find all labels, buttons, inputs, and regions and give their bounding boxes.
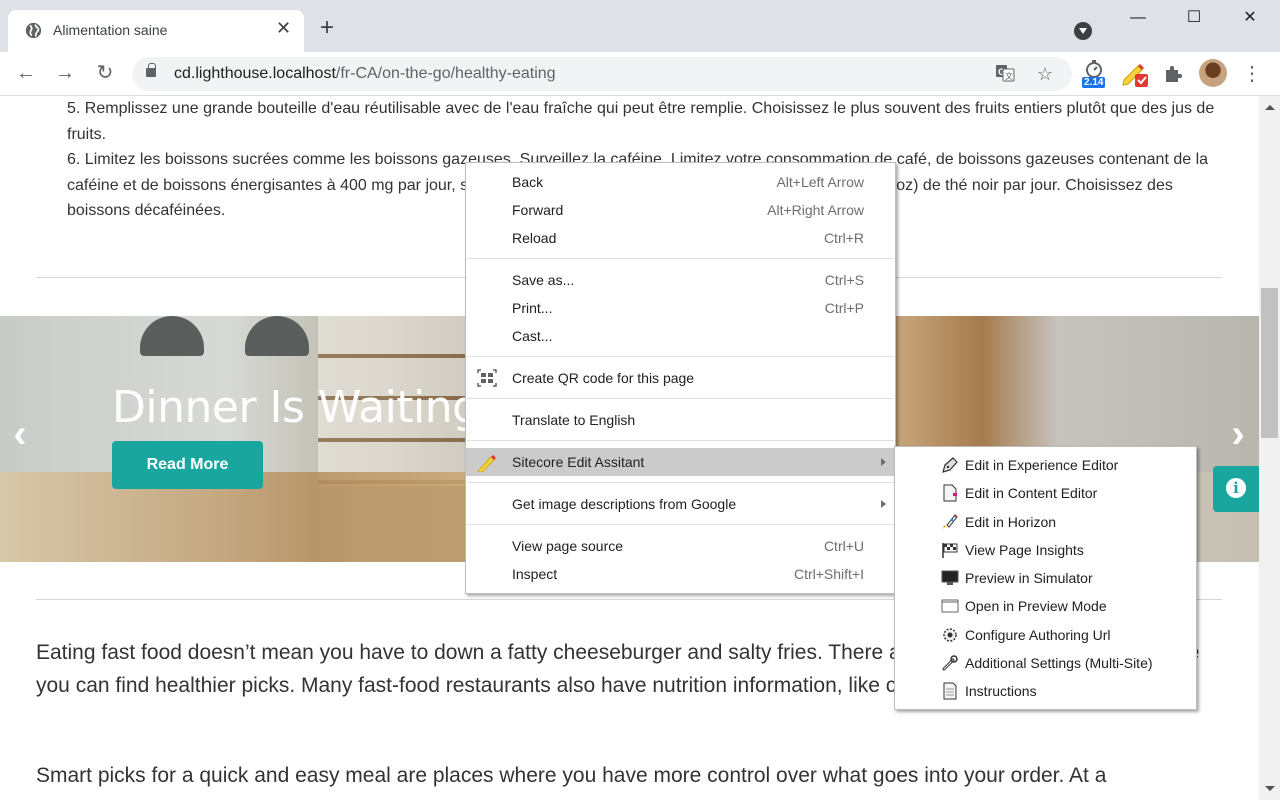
context-menu: Back Alt+Left Arrow Forward Alt+Right Arro… xyxy=(465,162,896,594)
scroll-thumb[interactable] xyxy=(1261,288,1278,438)
timer-extension-icon[interactable]: 2.14 xyxy=(1080,58,1110,88)
forward-button[interactable]: → xyxy=(52,60,78,86)
submenu-item-page-insights[interactable]: View Page Insights xyxy=(895,536,1196,564)
list-item-5: 5. Remplissez une grande bouteille d'eau… xyxy=(67,100,1215,143)
document-edit-icon xyxy=(943,484,957,502)
info-button[interactable]: i xyxy=(1213,466,1259,512)
hero-title: Dinner Is Waiting xyxy=(112,382,480,433)
menu-item-translate[interactable]: Translate to English xyxy=(466,406,895,434)
translate-icon[interactable]: G文 xyxy=(994,64,1016,84)
back-button[interactable]: ← xyxy=(13,60,39,86)
close-window-button[interactable]: ✕ xyxy=(1235,6,1265,30)
tab-search-icon[interactable] xyxy=(1074,22,1092,40)
wrench-icon xyxy=(942,655,958,671)
browser-menu-icon[interactable]: ⋮ xyxy=(1242,62,1262,86)
menu-item-cast[interactable]: Cast... xyxy=(466,322,895,350)
lock-icon[interactable] xyxy=(146,63,156,77)
carousel-next-button[interactable]: › xyxy=(1222,412,1254,456)
checkered-flag-icon xyxy=(942,542,958,558)
page-scrollbar[interactable] xyxy=(1259,96,1280,800)
tab-title: Alimentation saine xyxy=(53,22,168,38)
menu-separator xyxy=(466,434,895,448)
menu-separator xyxy=(466,392,895,406)
body-paragraph-2: Smart picks for a quick and easy meal ar… xyxy=(36,764,1107,787)
menu-item-inspect[interactable]: Inspect Ctrl+Shift+I xyxy=(466,560,895,588)
submenu-arrow-icon xyxy=(881,458,886,466)
url-path: /fr-CA/on-the-go/healthy-eating xyxy=(335,65,556,82)
reload-button[interactable]: ↻ xyxy=(92,60,118,86)
gear-icon xyxy=(943,628,957,642)
rocket-icon xyxy=(943,513,958,529)
read-more-button[interactable]: Read More xyxy=(112,441,263,489)
profile-avatar[interactable] xyxy=(1199,59,1227,87)
document-icon xyxy=(943,682,957,700)
menu-item-reload[interactable]: Reload Ctrl+R xyxy=(466,224,895,252)
browser-toolbar: ← → ↻ cd.lighthouse.localhost/fr-CA/on-t… xyxy=(0,52,1280,96)
submenu-item-experience-editor[interactable]: Edit in Experience Editor xyxy=(895,451,1196,479)
extensions-puzzle-icon[interactable] xyxy=(1162,64,1184,84)
scroll-up-arrow[interactable] xyxy=(1265,105,1275,110)
url-text[interactable]: cd.lighthouse.localhost/fr-CA/on-the-go/… xyxy=(174,65,556,83)
submenu-item-preview-mode[interactable]: Open in Preview Mode xyxy=(895,592,1196,620)
maximize-button[interactable]: ☐ xyxy=(1179,6,1209,30)
submenu-item-additional-settings[interactable]: Additional Settings (Multi-Site) xyxy=(895,649,1196,677)
submenu-item-content-editor[interactable]: Edit in Content Editor xyxy=(895,479,1196,507)
submenu-item-horizon[interactable]: Edit in Horizon xyxy=(895,508,1196,536)
info-icon: i xyxy=(1226,478,1246,498)
pencil-icon xyxy=(477,455,496,472)
submenu-item-instructions[interactable]: Instructions xyxy=(895,677,1196,705)
carousel-prev-button[interactable]: ‹ xyxy=(4,412,36,456)
pen-nib-icon xyxy=(942,457,958,473)
monitor-icon xyxy=(941,570,959,586)
scroll-down-arrow[interactable] xyxy=(1265,786,1275,791)
menu-separator xyxy=(466,350,895,364)
bookmark-star-icon[interactable]: ☆ xyxy=(1034,64,1056,84)
address-bar[interactable]: cd.lighthouse.localhost/fr-CA/on-the-go/… xyxy=(132,57,1072,91)
qr-code-icon xyxy=(477,369,497,387)
hero-lamp xyxy=(140,316,204,356)
menu-item-image-descriptions[interactable]: Get image descriptions from Google xyxy=(466,490,895,518)
menu-item-save-as[interactable]: Save as... Ctrl+S xyxy=(466,266,895,294)
menu-item-forward[interactable]: Forward Alt+Right Arrow xyxy=(466,196,895,224)
minimize-button[interactable]: — xyxy=(1123,6,1153,30)
menu-item-print[interactable]: Print... Ctrl+P xyxy=(466,294,895,322)
menu-item-create-qr[interactable]: Create QR code for this page xyxy=(466,364,895,392)
hero-lamp xyxy=(245,316,309,356)
menu-item-view-source[interactable]: View page source Ctrl+U xyxy=(466,532,895,560)
tab-close-icon[interactable]: ✕ xyxy=(276,18,291,39)
browser-tab[interactable]: Alimentation saine ✕ xyxy=(8,10,304,52)
menu-item-back[interactable]: Back Alt+Left Arrow xyxy=(466,168,895,196)
title-bar: Alimentation saine ✕ + — ☐ ✕ xyxy=(0,0,1280,52)
menu-item-sitecore-edit-assistant[interactable]: Sitecore Edit Assitant xyxy=(466,448,895,476)
submenu-arrow-icon xyxy=(881,500,886,508)
svg-text:文: 文 xyxy=(1005,71,1013,81)
new-tab-button[interactable]: + xyxy=(320,16,334,40)
submenu-item-simulator[interactable]: Preview in Simulator xyxy=(895,564,1196,592)
globe-icon xyxy=(25,22,42,39)
sitecore-submenu: Edit in Experience Editor Edit in Conten… xyxy=(894,446,1197,710)
timer-badge: 2.14 xyxy=(1082,77,1106,88)
menu-separator xyxy=(466,518,895,532)
url-host: cd.lighthouse.localhost xyxy=(174,65,336,82)
menu-separator xyxy=(466,252,895,266)
window-icon xyxy=(941,599,959,613)
submenu-item-authoring-url[interactable]: Configure Authoring Url xyxy=(895,621,1196,649)
sitecore-extension-icon[interactable] xyxy=(1120,58,1150,88)
menu-separator xyxy=(466,476,895,490)
